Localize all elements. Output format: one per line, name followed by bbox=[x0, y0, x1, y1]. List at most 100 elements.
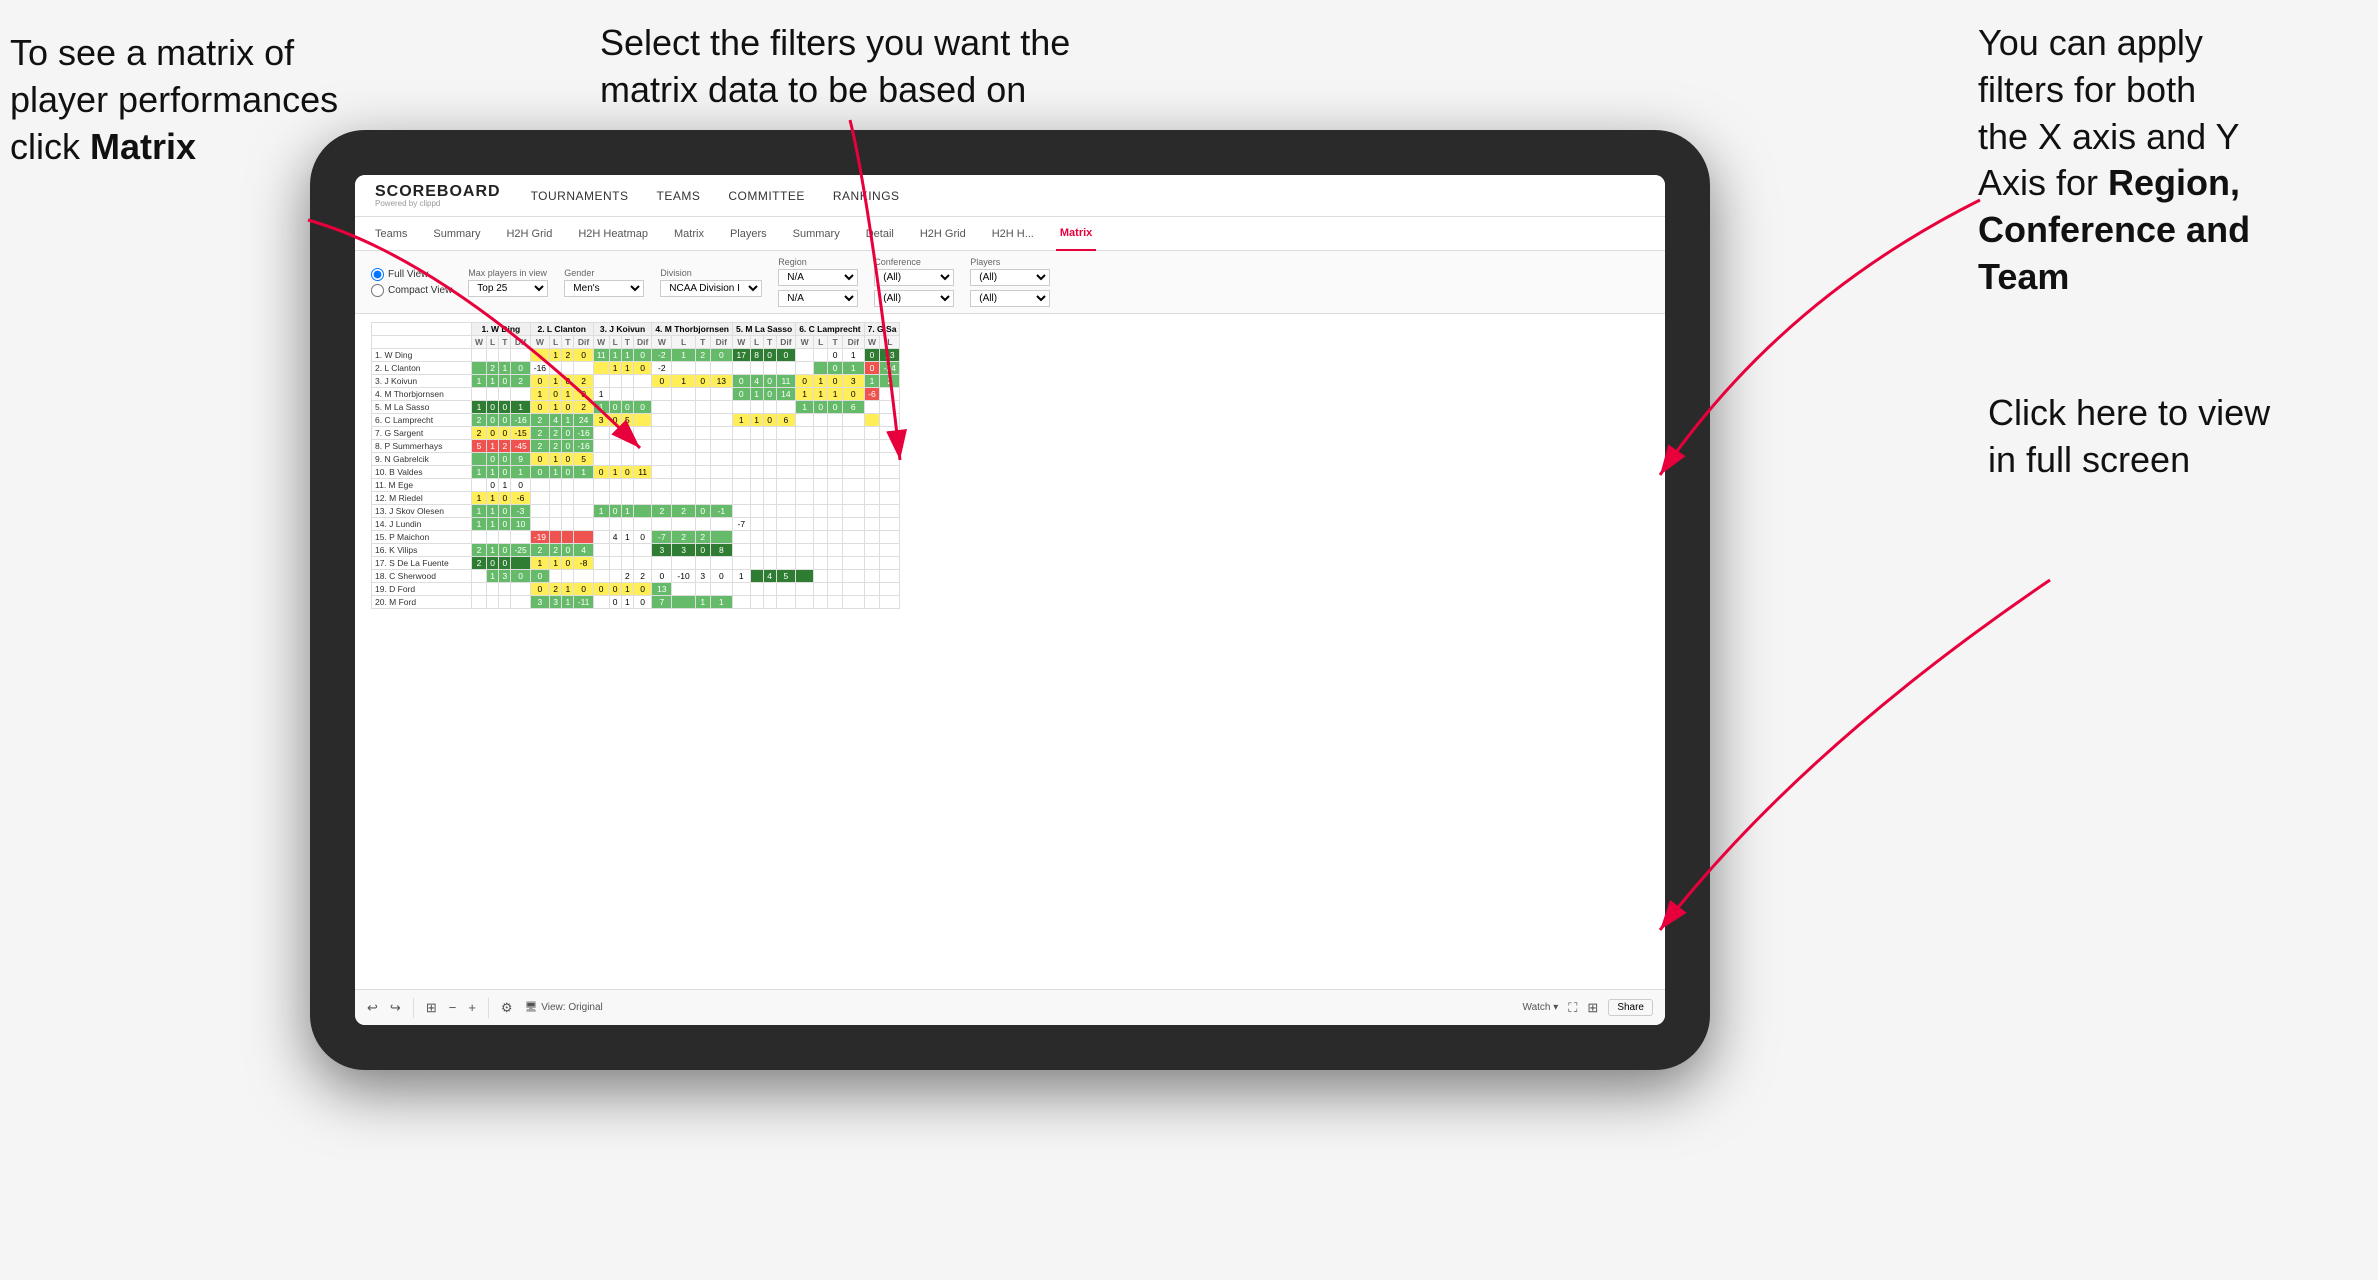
matrix-cell: 2 bbox=[672, 505, 695, 518]
fullscreen-icon[interactable]: ⛶ bbox=[1568, 1000, 1577, 1016]
conference-label: Conference bbox=[874, 257, 954, 267]
nav-item-committee[interactable]: COMMITTEE bbox=[728, 189, 805, 203]
matrix-cell: 0 bbox=[828, 349, 842, 362]
division-select[interactable]: NCAA Division I bbox=[660, 280, 762, 297]
matrix-cell: 1 bbox=[864, 375, 880, 388]
matrix-cell: 0 bbox=[487, 453, 499, 466]
matrix-cell: 0 bbox=[864, 362, 880, 375]
row-name: 16. K Vilips bbox=[372, 544, 472, 557]
tab-players[interactable]: Players bbox=[726, 217, 771, 251]
matrix-cell: 14 bbox=[776, 388, 796, 401]
matrix-cell bbox=[652, 518, 672, 531]
full-view-radio[interactable]: Full View bbox=[371, 268, 452, 281]
redo-icon[interactable]: ↪ bbox=[390, 1000, 401, 1016]
tab-matrix-1[interactable]: Matrix bbox=[670, 217, 708, 251]
players-x-select[interactable]: (All) bbox=[970, 269, 1050, 286]
matrix-cell bbox=[732, 505, 750, 518]
row-name: 13. J Skov Olesen bbox=[372, 505, 472, 518]
conference-y-select[interactable]: (All) bbox=[874, 290, 954, 307]
tab-summary-2[interactable]: Summary bbox=[789, 217, 844, 251]
matrix-cell bbox=[499, 349, 511, 362]
watch-button[interactable]: Watch ▾ bbox=[1523, 1002, 1559, 1013]
tab-teams[interactable]: Teams bbox=[371, 217, 411, 251]
tab-h2h-heatmap[interactable]: H2H Heatmap bbox=[574, 217, 652, 251]
matrix-cell bbox=[828, 440, 842, 453]
matrix-cell: 1 bbox=[609, 349, 621, 362]
tab-h2h-h[interactable]: H2H H... bbox=[988, 217, 1038, 251]
conference-x-select[interactable]: (All) bbox=[874, 269, 954, 286]
matrix-cell bbox=[652, 492, 672, 505]
matrix-cell: 1 bbox=[487, 518, 499, 531]
matrix-cell: 0 bbox=[499, 401, 511, 414]
matrix-cell bbox=[593, 440, 609, 453]
share-button[interactable]: Share bbox=[1608, 999, 1653, 1016]
sh-l3: L bbox=[609, 336, 621, 349]
sh-d6: Dif bbox=[842, 336, 864, 349]
matrix-cell bbox=[609, 518, 621, 531]
matrix-cell bbox=[763, 557, 776, 570]
matrix-cell: 1 bbox=[511, 401, 530, 414]
tab-detail[interactable]: Detail bbox=[862, 217, 898, 251]
zoom-in-icon[interactable]: + bbox=[468, 1000, 476, 1015]
undo-icon[interactable]: ↩ bbox=[367, 1000, 378, 1016]
players-y-select[interactable]: (All) bbox=[970, 290, 1050, 307]
max-players-label: Max players in view bbox=[468, 268, 548, 278]
gender-select[interactable]: Men's bbox=[564, 280, 644, 297]
matrix-cell bbox=[796, 596, 814, 609]
region-y-select[interactable]: N/A bbox=[778, 290, 858, 307]
settings-icon[interactable]: ⚙ bbox=[501, 1000, 513, 1016]
row-name: 12. M Riedel bbox=[372, 492, 472, 505]
row-name: 14. J Lundin bbox=[372, 518, 472, 531]
matrix-cell: 0 bbox=[609, 414, 621, 427]
matrix-cell: 0 bbox=[710, 570, 732, 583]
tab-summary[interactable]: Summary bbox=[429, 217, 484, 251]
matrix-cell bbox=[732, 479, 750, 492]
tab-h2h-grid[interactable]: H2H Grid bbox=[502, 217, 556, 251]
matrix-cell: 3 bbox=[499, 570, 511, 583]
matrix-cell: 1 bbox=[530, 388, 549, 401]
matrix-cell: 3 bbox=[672, 544, 695, 557]
matrix-cell: 0 bbox=[499, 557, 511, 570]
matrix-cell bbox=[828, 570, 842, 583]
sub-header-empty bbox=[372, 336, 472, 349]
matrix-cell bbox=[609, 440, 621, 453]
tab-h2h-grid-2[interactable]: H2H Grid bbox=[916, 217, 970, 251]
matrix-cell bbox=[472, 479, 487, 492]
matrix-cell: 0 bbox=[609, 401, 621, 414]
matrix-cell bbox=[593, 362, 609, 375]
matrix-cell: 1 bbox=[593, 388, 609, 401]
matrix-cell: 4 bbox=[574, 544, 593, 557]
matrix-cell bbox=[609, 544, 621, 557]
matrix-cell: 2 bbox=[695, 531, 710, 544]
nav-item-tournaments[interactable]: TOURNAMENTS bbox=[531, 189, 629, 203]
tab-matrix-active[interactable]: Matrix bbox=[1056, 217, 1096, 251]
matrix-cell bbox=[593, 531, 609, 544]
matrix-cell: 0 bbox=[530, 375, 549, 388]
compact-view-radio[interactable]: Compact View bbox=[371, 284, 452, 297]
matrix-cell: 0 bbox=[550, 388, 562, 401]
matrix-cell bbox=[672, 466, 695, 479]
max-players-select[interactable]: Top 25 bbox=[468, 280, 548, 297]
matrix-cell bbox=[796, 362, 814, 375]
grid-icon[interactable]: ⊞ bbox=[1587, 1000, 1598, 1016]
zoom-out-icon[interactable]: − bbox=[449, 1000, 457, 1015]
matrix-cell bbox=[813, 349, 827, 362]
full-view-input[interactable] bbox=[371, 268, 384, 281]
matrix-cell: 0 bbox=[487, 557, 499, 570]
nav-item-rankings[interactable]: RANKINGS bbox=[833, 189, 900, 203]
matrix-cell bbox=[842, 531, 864, 544]
region-x-select[interactable]: N/A bbox=[778, 269, 858, 286]
matrix-cell bbox=[672, 453, 695, 466]
matrix-cell bbox=[574, 362, 593, 375]
nav-item-teams[interactable]: TEAMS bbox=[657, 189, 701, 203]
matrix-cell: 13 bbox=[710, 375, 732, 388]
sh-d1: Dif bbox=[511, 336, 530, 349]
matrix-cell bbox=[763, 479, 776, 492]
matrix-cell bbox=[842, 414, 864, 427]
matrix-cell: 2 bbox=[633, 570, 651, 583]
compact-view-input[interactable] bbox=[371, 284, 384, 297]
matrix-cell bbox=[609, 427, 621, 440]
filter-row: Full View Compact View Max players in vi… bbox=[355, 251, 1665, 314]
fit-icon[interactable]: ⊞ bbox=[426, 1000, 437, 1016]
matrix-cell: 6 bbox=[776, 414, 796, 427]
